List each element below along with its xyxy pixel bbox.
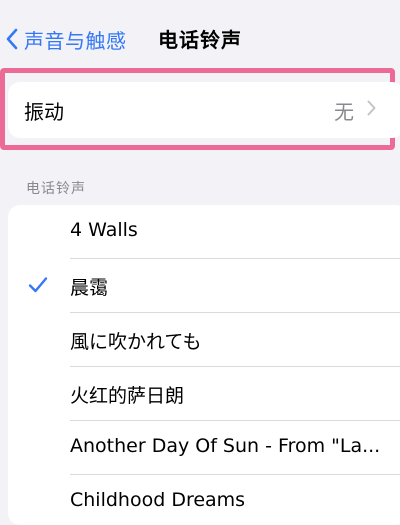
list-item[interactable]: 4 Walls: [8, 205, 400, 259]
ringtone-label: 晨霭: [70, 277, 109, 299]
ringtone-label: Childhood Dreams: [70, 489, 246, 511]
list-item[interactable]: 晨霭: [8, 259, 400, 313]
navigation-bar: 声音与触感 电话铃声: [0, 0, 400, 72]
vibration-value: 无: [334, 100, 354, 124]
ringtone-label: Another Day Of Sun - From "La...: [70, 435, 381, 457]
ringtone-label: 4 Walls: [70, 219, 138, 241]
ringtone-list: 4 Walls 晨霭 風に吹かれても 火红的萨日朗 Another Day Of…: [8, 205, 400, 525]
chevron-right-icon: [367, 100, 376, 120]
ringtone-label: 風に吹かれても: [70, 331, 202, 353]
vibration-row[interactable]: 振动 无: [8, 82, 400, 138]
page-title: 电话铃声: [158, 28, 242, 52]
list-item[interactable]: Another Day Of Sun - From "La...: [8, 421, 400, 475]
section-header-ringtones: 电话铃声: [26, 181, 86, 197]
ringtone-label: 火红的萨日朗: [70, 385, 185, 407]
list-item[interactable]: 風に吹かれても: [8, 313, 400, 367]
list-item[interactable]: Childhood Dreams: [8, 475, 400, 525]
vibration-label: 振动: [24, 100, 64, 124]
list-item[interactable]: 火红的萨日朗: [8, 367, 400, 421]
checkmark-icon: [28, 276, 48, 298]
